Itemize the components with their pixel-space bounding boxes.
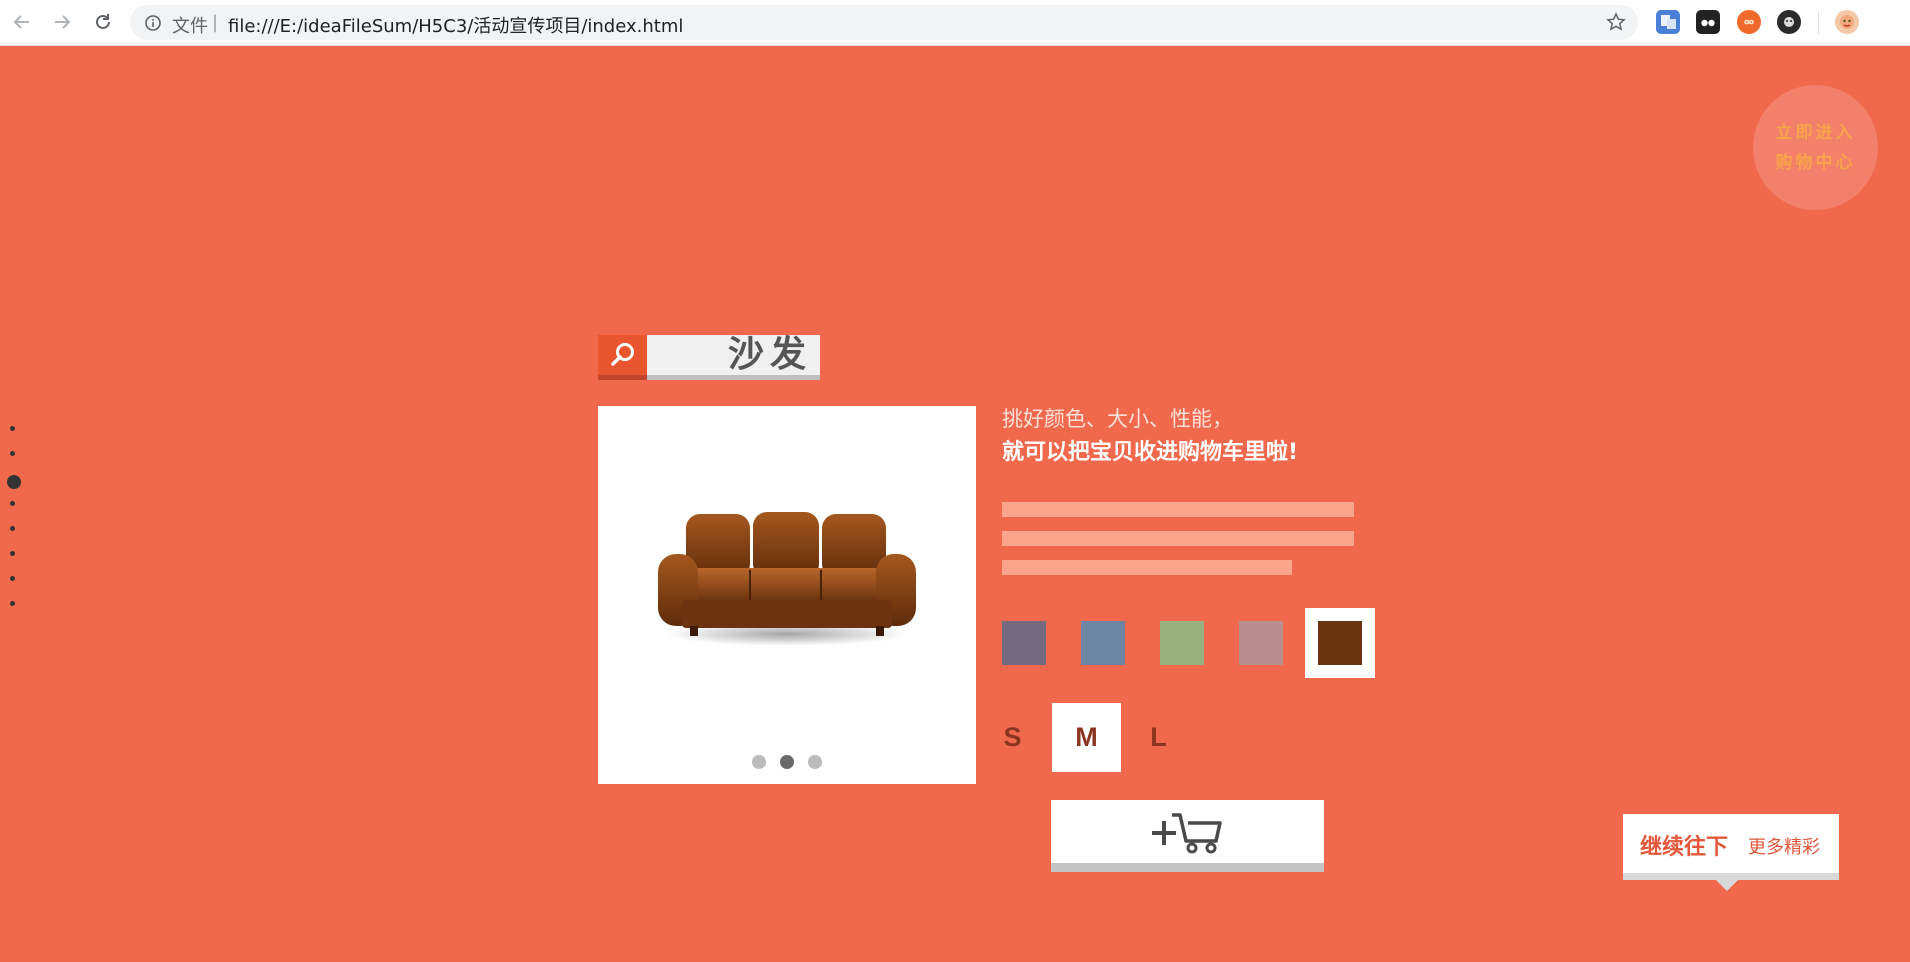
search-button[interactable]: [598, 335, 647, 380]
add-to-cart-icon: [1151, 812, 1222, 853]
search-bar[interactable]: 沙发: [598, 335, 820, 380]
color-option-3[interactable]: [1147, 608, 1217, 678]
color-swatch: [1160, 621, 1204, 665]
side-dot[interactable]: [10, 526, 15, 531]
color-swatch: [1081, 621, 1125, 665]
url-text[interactable]: file:///E:/ideaFileSum/H5C3/活动宣传项目/index…: [228, 12, 683, 38]
sofa-image: [658, 512, 916, 646]
color-option-4[interactable]: [1226, 608, 1296, 678]
forward-button[interactable]: [49, 9, 75, 35]
profile-avatar-icon[interactable]: [1835, 10, 1859, 34]
search-input[interactable]: 沙发: [647, 335, 820, 380]
face-extension-icon[interactable]: [1777, 10, 1801, 34]
enter-mall-line1: 立即进入: [1775, 122, 1856, 143]
continue-down-button[interactable]: 继续往下 更多精彩: [1623, 814, 1839, 880]
enter-mall-line2: 购物中心: [1775, 152, 1856, 173]
color-option-2[interactable]: [1068, 608, 1138, 678]
color-swatch: [1239, 621, 1283, 665]
carousel-dots: [598, 755, 976, 769]
color-option-1[interactable]: [989, 608, 1059, 678]
side-dot[interactable]: [10, 501, 15, 506]
add-to-cart-button[interactable]: [1051, 800, 1324, 872]
carousel-dot[interactable]: [752, 755, 766, 769]
infinity-extension-icon[interactable]: [1737, 10, 1761, 34]
bookmark-star-icon[interactable]: [1606, 12, 1626, 36]
search-icon: [610, 343, 634, 366]
info-icon[interactable]: [144, 14, 162, 36]
reload-button[interactable]: [90, 9, 116, 35]
size-option-s[interactable]: S: [978, 703, 1047, 772]
continue-subtitle: 更多精彩: [1748, 837, 1820, 858]
size-option-m[interactable]: M: [1052, 703, 1121, 772]
side-dot[interactable]: [10, 451, 15, 456]
color-option-5[interactable]: [1305, 608, 1375, 678]
description-line: [1002, 531, 1354, 546]
file-label: 文件: [172, 16, 208, 37]
carousel-dot[interactable]: [808, 755, 822, 769]
color-swatch: [1002, 621, 1046, 665]
continue-title: 继续往下: [1640, 835, 1729, 860]
side-dot[interactable]: [10, 551, 15, 556]
reload-icon: [96, 14, 110, 29]
carousel-dot-active[interactable]: [780, 755, 794, 769]
side-dot[interactable]: [10, 576, 15, 581]
translate-extension-icon[interactable]: [1656, 10, 1680, 34]
color-swatch: [1318, 621, 1362, 665]
toolbar-divider: [1818, 12, 1819, 34]
side-dot[interactable]: [10, 601, 15, 606]
search-keyword: 沙发: [727, 334, 812, 375]
product-image-card: [598, 406, 976, 784]
side-dot[interactable]: [10, 426, 15, 431]
url-separator: |: [212, 12, 219, 33]
back-button[interactable]: [9, 9, 35, 35]
address-bar[interactable]: 文件 | file:///E:/ideaFileSum/H5C3/活动宣传项目/…: [130, 5, 1638, 40]
tagline-line2: 就可以把宝贝收进购物车里啦!: [1002, 440, 1299, 465]
side-dot-active[interactable]: [7, 475, 21, 489]
enter-mall-badge[interactable]: 立即进入 购物中心: [1753, 85, 1878, 210]
continue-pointer-arrow: [1715, 879, 1739, 891]
glasses-extension-icon[interactable]: [1696, 10, 1720, 34]
description-line: [1002, 502, 1354, 517]
description-line: [1002, 560, 1292, 575]
arrow-right-icon: [55, 15, 71, 29]
tagline-line1: 挑好颜色、大小、性能，: [1002, 407, 1233, 431]
browser-toolbar: 文件 | file:///E:/ideaFileSum/H5C3/活动宣传项目/…: [0, 0, 1910, 46]
arrow-left-icon: [13, 15, 29, 29]
size-option-l[interactable]: L: [1124, 703, 1193, 772]
